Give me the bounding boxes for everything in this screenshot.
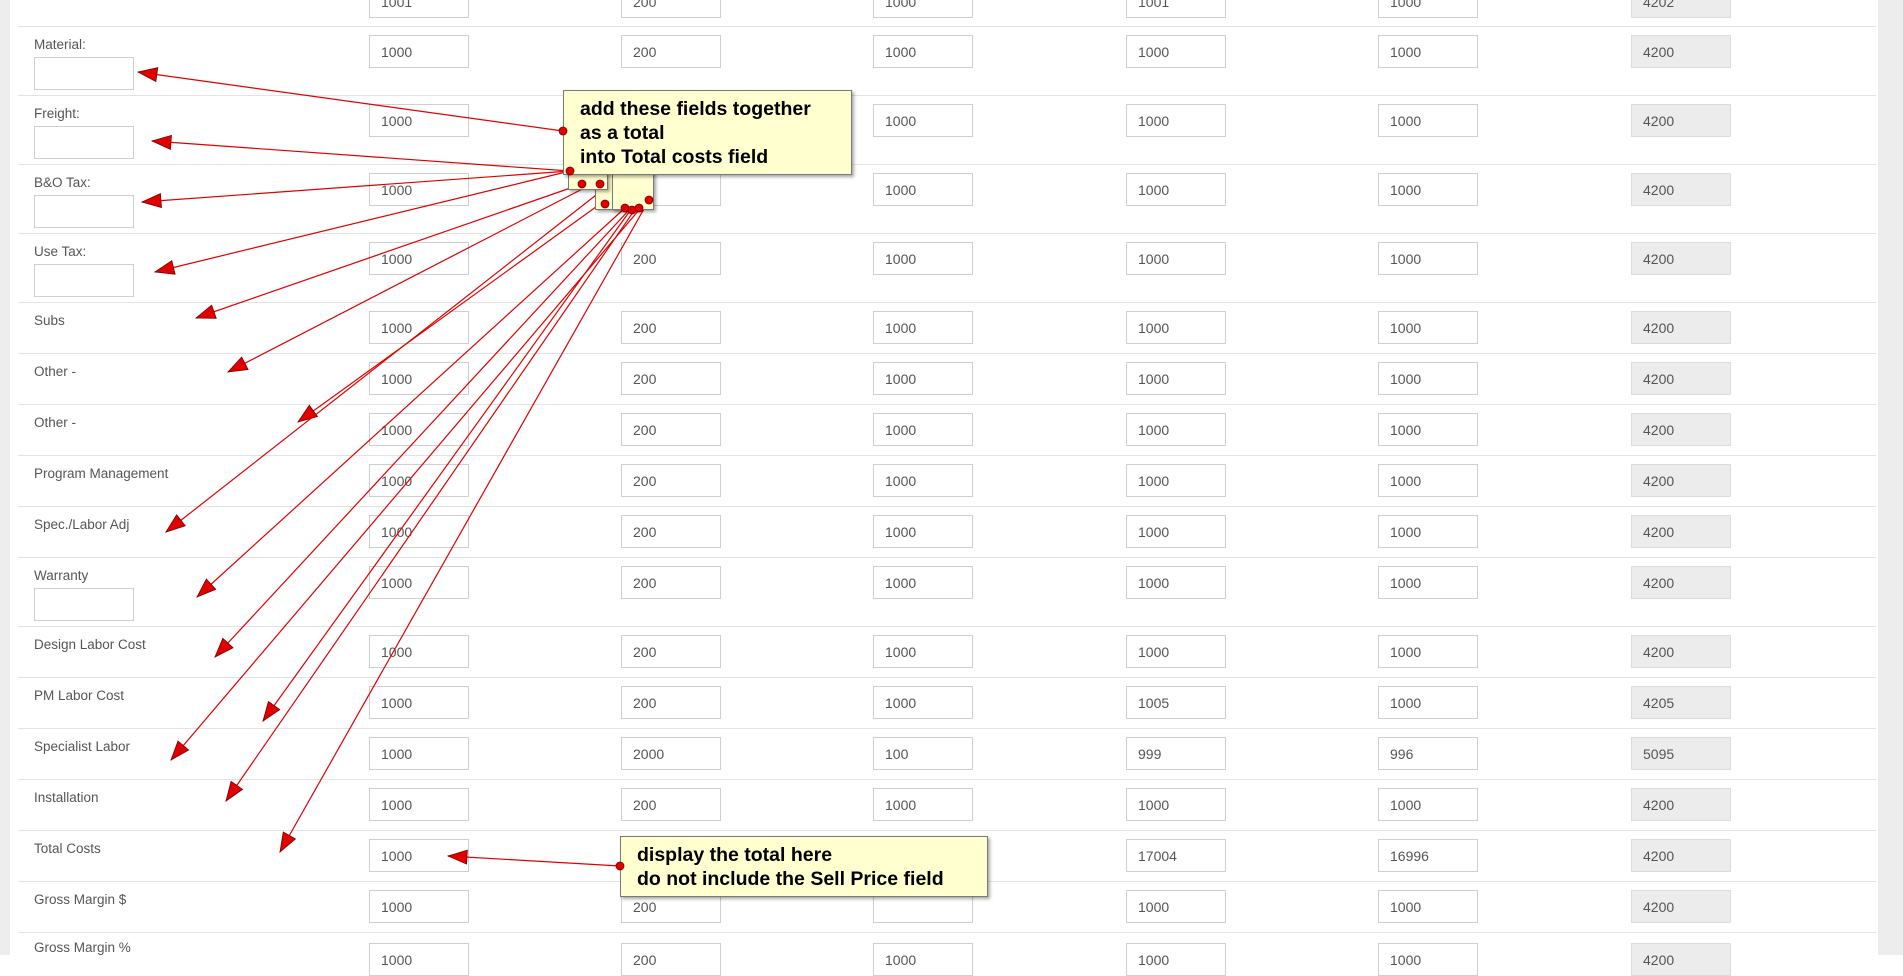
- arrow-anchor-dot: [565, 166, 575, 176]
- arrow-anchor-dot: [577, 179, 587, 189]
- cost-sheet: 1001 200 1000 1001 1000 4202 Material: 1000 200 1…: [0, 0, 1903, 976]
- arrow-anchor-dot: [600, 199, 610, 209]
- arrow-anchor-dot: [634, 203, 644, 213]
- arrow-anchor-dot: [644, 195, 654, 205]
- annotation-anchor-dots: [558, 126, 654, 871]
- arrow-anchor-dot: [595, 179, 605, 189]
- arrow-anchor-dot: [558, 126, 568, 136]
- arrow-anchor-dot: [615, 861, 625, 871]
